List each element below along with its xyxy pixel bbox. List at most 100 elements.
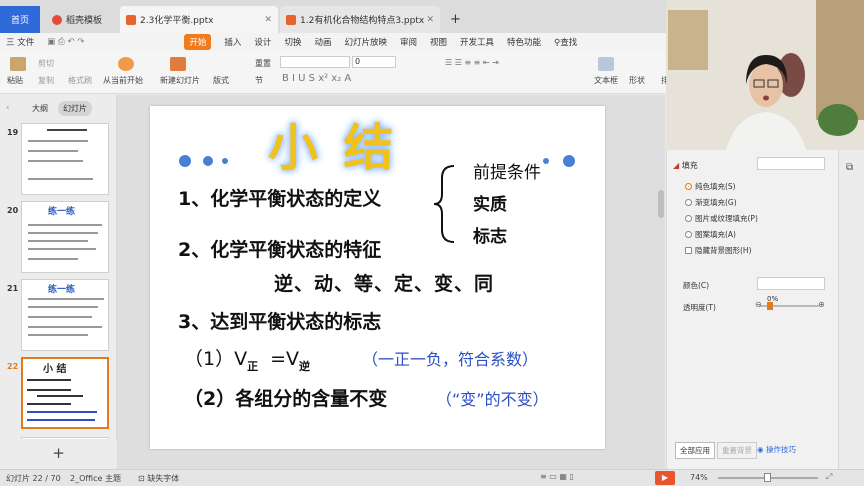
textbox-button[interactable]: 文本框 (594, 75, 618, 86)
slide-thumbnail-20[interactable]: 练一练 (21, 201, 109, 273)
option-hide-bg[interactable]: 隐藏背景图形(H) (685, 245, 752, 256)
paste-icon[interactable] (10, 57, 26, 71)
close-tab-icon[interactable]: ✕ (426, 15, 434, 25)
plus-icon[interactable]: ⊕ (818, 300, 825, 309)
tab-slides[interactable]: 幻灯片 (58, 101, 92, 116)
slide-number-current: 22 (7, 362, 19, 371)
play-from-current-button[interactable]: 从当前开始 (103, 75, 143, 86)
radio[interactable] (685, 231, 692, 238)
option-picture-fill[interactable]: 图片或纹理填充(P) (685, 213, 758, 224)
new-tab-button[interactable]: + (444, 6, 464, 33)
reset-background-button[interactable]: 重置背景 (717, 442, 757, 459)
new-slide-icon[interactable] (170, 57, 186, 71)
slide-title: 小 结 (268, 119, 398, 177)
slide-number: 20 (7, 206, 19, 215)
fit-window-icon[interactable]: ⤢ (826, 472, 832, 482)
sub-forward: 正 (247, 359, 259, 373)
theme-name: 2_Office 主题 (70, 474, 121, 483)
fill-dropdown[interactable] (757, 157, 825, 170)
menu-features[interactable]: 特色功能 (507, 36, 541, 48)
color-dropdown[interactable] (757, 277, 825, 290)
menu-review[interactable]: 审阅 (400, 36, 417, 48)
fill-heading[interactable]: ◢ 填充 (673, 160, 698, 171)
option-label: 图案填充(A) (695, 230, 736, 239)
option-gradient-fill[interactable]: 渐变填充(G) (685, 197, 737, 208)
play-slideshow-button[interactable]: ▶ (655, 471, 675, 485)
decor-dot (563, 155, 575, 167)
tab-file-2[interactable]: 1.2有机化合物结构特点3.pptx ✕ (280, 6, 440, 33)
tips-link[interactable]: ◉ 操作技巧 (757, 444, 796, 455)
search-menu[interactable]: ⚲查找 (554, 36, 577, 48)
menu-bar: 三 文件 ▣ ⎙ ↶ ↷ 开始 插入 设计 切换 动画 幻灯片放映 审阅 视图 … (0, 33, 666, 51)
slide-thumbnail-19[interactable] (21, 123, 109, 195)
file-menu[interactable]: 三 文件 (6, 36, 34, 48)
radio[interactable] (685, 215, 692, 222)
option-pattern-fill[interactable]: 图案填充(A) (685, 229, 736, 240)
thumb-title: 练一练 (48, 285, 76, 295)
shape-button[interactable]: 形状 (629, 75, 645, 86)
paragraph-icons[interactable]: ☰ ☰ ≡ ≡ ⇤ ⇥ (445, 58, 499, 67)
collapse-icon[interactable]: ‹ (6, 103, 10, 113)
ribbon: 粘贴 剪切 复制 格式刷 从当前开始 新建幻灯片 版式 重置 节 0 B I U… (0, 51, 677, 94)
slide-thumbnail-22-selected[interactable]: 小 结 (21, 357, 109, 429)
menu-view[interactable]: 视图 (430, 36, 447, 48)
layout-button[interactable]: 版式 (213, 75, 229, 86)
tab-outline[interactable]: 大纲 (32, 103, 48, 114)
option-label: 渐变填充(G) (695, 198, 737, 207)
copy-button[interactable]: 复制 (38, 75, 54, 86)
color-label: 颜色(C) (683, 281, 710, 290)
tab-home[interactable]: 首页 (0, 6, 40, 33)
menu-transition[interactable]: 切换 (284, 36, 301, 48)
tab-file-active[interactable]: 2.3化学平衡.pptx ✕ (120, 6, 278, 33)
tab-template-label: 稻壳模板 (66, 16, 103, 26)
format-painter-button[interactable]: 格式刷 (68, 75, 92, 86)
menu-design[interactable]: 设计 (254, 36, 271, 48)
brace-item-premise: 前提条件 (473, 163, 541, 183)
new-slide-button[interactable]: 新建幻灯片 (160, 75, 200, 86)
font-warning-icon: ⊡ (138, 474, 148, 483)
paste-label[interactable]: 粘贴 (7, 75, 23, 86)
transparency-label: 透明度(T) (683, 303, 716, 312)
menu-slideshow[interactable]: 幻灯片放映 (344, 36, 387, 48)
menu-animation[interactable]: 动画 (314, 36, 331, 48)
font-style-buttons[interactable]: B I U S x² x₂ A (282, 73, 351, 84)
minus-icon[interactable]: ⊖ (755, 300, 762, 309)
cut-button[interactable]: 剪切 (38, 58, 54, 69)
vertical-scrollbar[interactable] (658, 190, 664, 218)
zoom-slider-thumb[interactable] (764, 473, 771, 482)
radio[interactable] (685, 199, 692, 206)
decor-dot (203, 156, 213, 166)
checkbox[interactable] (685, 247, 692, 254)
option-solid-fill[interactable]: 纯色填充(S) (685, 181, 736, 192)
missing-font-button[interactable]: ⊡ 缺失字体 (138, 473, 179, 484)
close-tab-icon[interactable]: ✕ (264, 15, 272, 25)
transparency-slider-thumb[interactable] (767, 302, 773, 310)
menu-start[interactable]: 开始 (184, 34, 212, 50)
option-label: 图片或纹理填充(P) (695, 214, 758, 223)
play-icon[interactable] (118, 57, 134, 71)
option-label: 隐藏背景图形(H) (695, 246, 752, 255)
font-size-field[interactable]: 0 (352, 56, 396, 68)
fill-heading-label: 填充 (681, 161, 698, 170)
font-name-field[interactable] (280, 56, 350, 68)
view-mode-icons[interactable]: ≡ ▭ ▦ ▯ (540, 472, 574, 481)
radio-selected[interactable] (685, 183, 692, 190)
menu-developer[interactable]: 开发工具 (460, 36, 494, 48)
menu-insert[interactable]: 插入 (224, 36, 241, 48)
apply-all-button[interactable]: 全部应用 (675, 442, 715, 459)
properties-icon[interactable]: ⧉ (846, 162, 853, 173)
ppt-icon (126, 14, 136, 25)
textbox-icon[interactable] (598, 57, 614, 71)
item-2: 2、化学平衡状态的特征 (178, 239, 382, 261)
tab-template[interactable]: 稻壳模板 (46, 6, 116, 33)
add-slide-button[interactable]: + (0, 439, 117, 467)
reset-button[interactable]: 重置 (255, 58, 271, 69)
section-button[interactable]: 节 (255, 75, 263, 86)
zoom-level: 74% (690, 473, 708, 482)
brace-item-essence: 实质 (473, 195, 507, 215)
slide-thumbnail-21[interactable]: 练一练 (21, 279, 109, 351)
presenter-video-image (666, 0, 864, 150)
tips-label: 操作技巧 (765, 445, 796, 454)
slide[interactable]: 小 结 1、化学平衡状态的定义 前提条件 实质 标志 2、化学平衡状态的特征 逆… (150, 106, 605, 449)
slide-counter: 幻灯片 22 / 70 (6, 474, 61, 483)
